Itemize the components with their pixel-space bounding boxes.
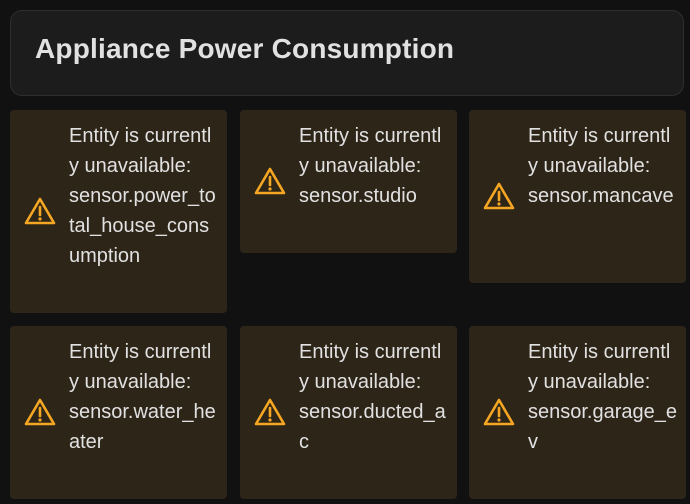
entity-id: sensor.water_heater — [69, 401, 216, 453]
entity-id: sensor.mancave — [528, 185, 674, 207]
entity-id: sensor.garage_ev — [528, 401, 678, 453]
warning-card-studio: Entity is currently unavailable: sensor.… — [240, 110, 457, 253]
alert-triangle-icon — [254, 398, 286, 426]
warning-card-water-heater: Entity is currently unavailable: sensor.… — [10, 326, 227, 499]
warning-message: Entity is currently unavailable: sensor.… — [299, 121, 449, 211]
dashboard: Appliance Power Consumption Entity is cu… — [0, 0, 690, 504]
warning-message: Entity is currently unavailable: sensor.… — [528, 121, 678, 211]
entity-id: sensor.ducted_ac — [299, 401, 446, 453]
warning-card-mancave: Entity is currently unavailable: sensor.… — [469, 110, 686, 283]
warning-message: Entity is currently unavailable: sensor.… — [299, 337, 449, 457]
warning-card-ducted-ac: Entity is currently unavailable: sensor.… — [240, 326, 457, 499]
header-card: Appliance Power Consumption — [10, 10, 684, 96]
warning-prefix: Entity is currently unavailable: — [528, 341, 671, 393]
entity-id: sensor.studio — [299, 185, 417, 207]
warning-message: Entity is currently unavailable: sensor.… — [69, 337, 219, 457]
warning-card-power-total: Entity is currently unavailable: sensor.… — [10, 110, 227, 313]
warning-prefix: Entity is currently unavailable: — [528, 125, 671, 177]
warning-prefix: Entity is currently unavailable: — [69, 125, 212, 177]
entity-id: sensor.power_total_house_consumption — [69, 185, 216, 267]
warning-message: Entity is currently unavailable: sensor.… — [69, 121, 219, 271]
warning-prefix: Entity is currently unavailable: — [69, 341, 212, 393]
warning-prefix: Entity is currently unavailable: — [299, 125, 442, 177]
warning-message: Entity is currently unavailable: sensor.… — [528, 337, 678, 457]
warning-card-garage-ev: Entity is currently unavailable: sensor.… — [469, 326, 686, 499]
card-title: Appliance Power Consumption — [35, 33, 455, 64]
alert-triangle-icon — [24, 197, 56, 225]
alert-triangle-icon — [254, 167, 286, 195]
alert-triangle-icon — [483, 398, 515, 426]
alert-triangle-icon — [24, 398, 56, 426]
warning-prefix: Entity is currently unavailable: — [299, 341, 442, 393]
alert-triangle-icon — [483, 182, 515, 210]
